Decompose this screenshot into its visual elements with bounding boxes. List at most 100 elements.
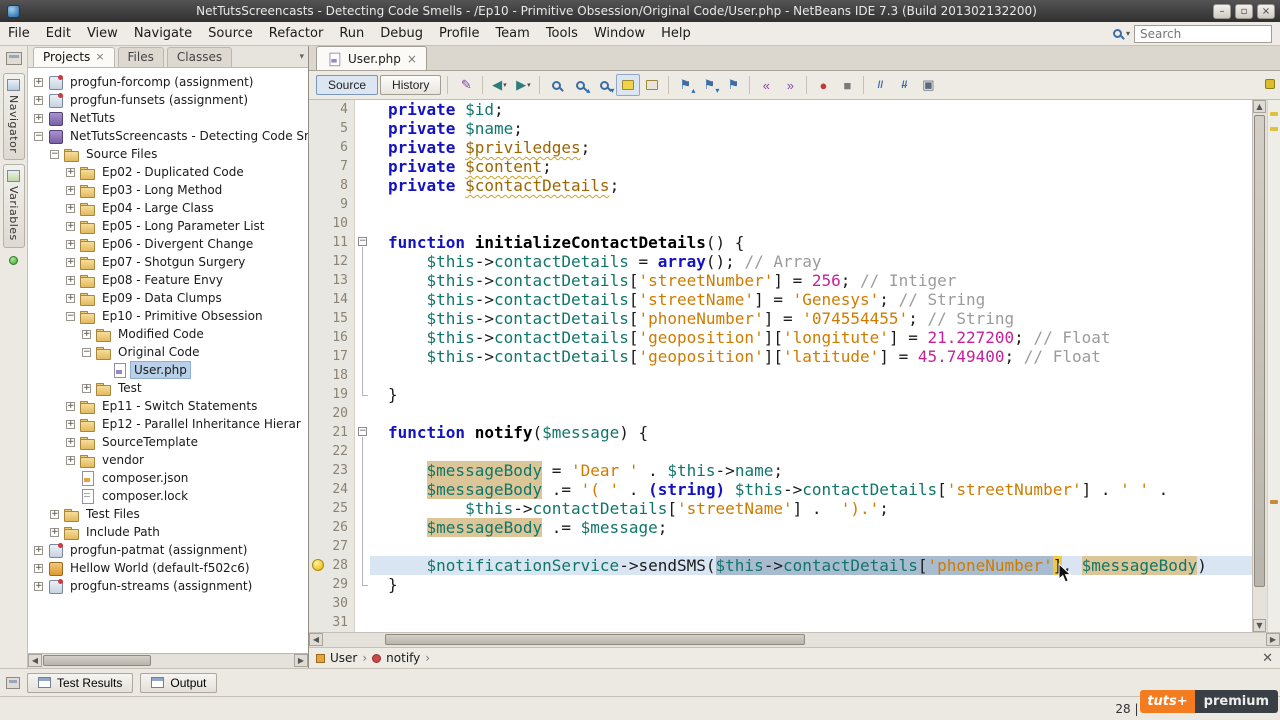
menu-debug[interactable]: Debug — [372, 23, 431, 44]
close-button[interactable]: × — [1257, 3, 1275, 19]
code-line-28[interactable]: $notificationService->sendSMS($this->con… — [370, 556, 1252, 575]
code-line-5[interactable]: private $name; — [370, 119, 1252, 138]
minimize-button[interactable]: – — [1213, 3, 1231, 19]
projects-hscrollbar[interactable]: ◀ ▶ — [28, 653, 308, 668]
editor-vscrollbar[interactable]: ▲ ▼ — [1252, 100, 1267, 632]
gutter-line-12[interactable]: 12 — [309, 252, 354, 271]
dock-window-icon[interactable] — [6, 676, 20, 689]
code-line-9[interactable] — [370, 195, 1252, 214]
expand-icon[interactable]: + — [66, 419, 75, 429]
code-line-23[interactable]: $messageBody = 'Dear ' . $this->name; — [370, 461, 1252, 480]
gutter-line-30[interactable]: 30 — [309, 594, 354, 613]
menu-navigate[interactable]: Navigate — [126, 23, 200, 44]
scroll-right-icon[interactable]: ▶ — [294, 654, 308, 667]
tree-item-composer-json[interactable]: composer.json — [28, 469, 308, 487]
collapse-icon[interactable]: − — [66, 311, 75, 321]
editor-hscrollbar[interactable]: ◀ ▶ — [309, 632, 1280, 647]
shift-line-right-button[interactable]: » — [778, 74, 802, 96]
code-line-18[interactable] — [370, 366, 1252, 385]
expand-icon[interactable]: + — [34, 113, 43, 123]
code-fold-toggle[interactable]: − — [358, 237, 367, 246]
menu-profile[interactable]: Profile — [431, 23, 487, 44]
code-line-31[interactable] — [370, 613, 1252, 632]
expand-icon[interactable]: + — [66, 185, 75, 195]
scroll-up-icon[interactable]: ▲ — [1253, 100, 1266, 113]
breadcrumb-item-user[interactable]: User — [316, 651, 357, 665]
maximize-button[interactable]: ▫ — [1235, 3, 1253, 19]
back-button[interactable]: ◀ ▾ — [487, 74, 511, 96]
code-line-27[interactable] — [370, 537, 1252, 556]
expand-icon[interactable]: + — [50, 509, 59, 519]
code-line-6[interactable]: private $priviledges; — [370, 138, 1252, 157]
tree-item-hellow-world-default-f502c6[interactable]: + Hellow World (default-f502c6) — [28, 559, 308, 577]
gutter-line-25[interactable]: 25 — [309, 499, 354, 518]
scroll-left-icon[interactable]: ◀ — [28, 654, 42, 667]
code-line-25[interactable]: $this->contactDetails['streetName'] . ')… — [370, 499, 1252, 518]
code-line-20[interactable] — [370, 404, 1252, 423]
code-fold-toggle[interactable]: − — [358, 427, 367, 436]
tree-item-ep12-parallel-inheritance-hierar[interactable]: + Ep12 - Parallel Inheritance Hierar — [28, 415, 308, 433]
tree-item-ep10-primitive-obsession[interactable]: − Ep10 - Primitive Obsession — [28, 307, 308, 325]
gutter-line-10[interactable]: 10 — [309, 214, 354, 233]
editor-tab-userphp[interactable]: User.php × — [316, 46, 427, 70]
hint-bulb-icon[interactable] — [312, 559, 324, 571]
scroll-left-icon[interactable]: ◀ — [309, 633, 323, 646]
code-line-13[interactable]: $this->contactDetails['streetNumber'] = … — [370, 271, 1252, 290]
expand-icon[interactable]: + — [34, 581, 43, 591]
chevron-down-icon[interactable]: ▾ — [1126, 29, 1130, 38]
code-line-29[interactable]: } — [370, 575, 1252, 594]
tree-item-test-files[interactable]: + Test Files — [28, 505, 308, 523]
gutter-line-13[interactable]: 13 — [309, 271, 354, 290]
tree-item-original-code[interactable]: − Original Code — [28, 343, 308, 361]
code-line-21[interactable]: function notify($message) { — [370, 423, 1252, 442]
gutter-line-7[interactable]: 7 — [309, 157, 354, 176]
tree-item-sourcetemplate[interactable]: + SourceTemplate — [28, 433, 308, 451]
code-line-26[interactable]: $messageBody .= $message; — [370, 518, 1252, 537]
menu-tools[interactable]: Tools — [538, 23, 586, 44]
variables-tab[interactable]: Variables — [2, 164, 25, 249]
tree-item-progfun-streams-assignment[interactable]: + progfun-streams (assignment) — [28, 577, 308, 595]
menu-file[interactable]: File — [0, 23, 38, 44]
expand-icon[interactable]: + — [66, 257, 75, 267]
menu-edit[interactable]: Edit — [38, 23, 79, 44]
tree-item-include-path[interactable]: + Include Path — [28, 523, 308, 541]
collapse-icon[interactable]: − — [34, 131, 43, 141]
tree-item-composer-lock[interactable]: composer.lock — [28, 487, 308, 505]
menu-team[interactable]: Team — [487, 23, 537, 44]
tree-item-ep07-shotgun-surgery[interactable]: + Ep07 - Shotgun Surgery — [28, 253, 308, 271]
gutter-line-6[interactable]: 6 — [309, 138, 354, 157]
menu-view[interactable]: View — [79, 23, 126, 44]
scroll-right-icon[interactable]: ▶ — [1266, 633, 1280, 646]
search-input[interactable] — [1134, 24, 1272, 43]
gutter-line-23[interactable]: 23 — [309, 461, 354, 480]
tree-item-ep08-feature-envy[interactable]: + Ep08 - Feature Envy — [28, 271, 308, 289]
panel-tab-files[interactable]: Files — [117, 47, 164, 67]
tree-item-nettuts[interactable]: + NetTuts — [28, 109, 308, 127]
tree-item-progfun-funsets-assignment[interactable]: + progfun-funsets (assignment) — [28, 91, 308, 109]
code-line-12[interactable]: $this->contactDetails = array(); // Arra… — [370, 252, 1252, 271]
code-line-16[interactable]: $this->contactDetails['geoposition']['lo… — [370, 328, 1252, 347]
history-view-button[interactable]: History — [380, 75, 442, 95]
scrollbar-thumb[interactable] — [43, 655, 151, 666]
expand-icon[interactable]: + — [82, 383, 91, 393]
stop-macro-recording-button[interactable]: ■ — [835, 74, 859, 96]
tree-item-test[interactable]: + Test — [28, 379, 308, 397]
tree-item-source-files[interactable]: − Source Files — [28, 145, 308, 163]
expand-icon[interactable]: + — [66, 293, 75, 303]
menu-source[interactable]: Source — [200, 23, 261, 44]
warnings-indicator-icon[interactable] — [1265, 79, 1275, 89]
gutter-line-22[interactable]: 22 — [309, 442, 354, 461]
code-line-8[interactable]: private $contactDetails; — [370, 176, 1252, 195]
start-macro-recording-button[interactable]: ● — [811, 74, 835, 96]
gutter-line-24[interactable]: 24 — [309, 480, 354, 499]
find-selection-button[interactable] — [544, 74, 568, 96]
scroll-down-icon[interactable]: ▼ — [1253, 619, 1266, 632]
expand-icon[interactable]: + — [66, 275, 75, 285]
menu-window[interactable]: Window — [586, 23, 653, 44]
gutter-line-11[interactable]: 11 — [309, 233, 354, 252]
expand-icon[interactable]: + — [34, 563, 43, 573]
next-bookmark-button[interactable]: ⚑ ▾ — [697, 74, 721, 96]
comment-button[interactable]: // — [868, 74, 892, 96]
close-icon[interactable]: × — [95, 51, 104, 62]
code-line-19[interactable]: } — [370, 385, 1252, 404]
